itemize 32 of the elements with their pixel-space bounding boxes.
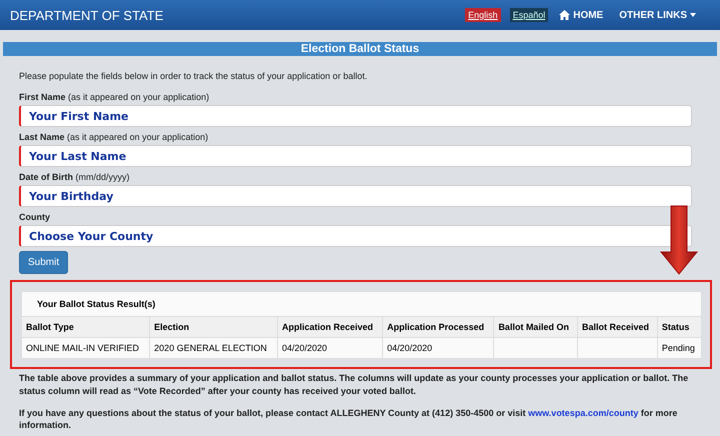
- county-select[interactable]: Choose Your County: [19, 225, 692, 247]
- results-title: Your Ballot Status Result(s): [21, 291, 702, 316]
- summary-paragraph: The table above provides a summary of your application and ballot status. The columns will update as your county processes your application or ballot. The status column will read as “Vote Recorded” after your county has received your voted ballot.: [19, 372, 690, 398]
- contact-paragraph: If you have any questions about the status of your ballot, please contact ALLEGHENY County at (412) 350-4500 or visit www.votespa.com/county for more information.: [19, 407, 678, 431]
- county-link[interactable]: www.votespa.com/county: [528, 408, 638, 418]
- column-header: Election: [150, 316, 278, 338]
- page-title-bar: Election Ballot Status: [3, 42, 717, 56]
- input-field[interactable]: Your First Name: [19, 105, 692, 127]
- column-header: Application Processed: [382, 316, 494, 338]
- table-cell: ONLINE MAIL-IN VERIFIED: [22, 338, 150, 358]
- submit-button[interactable]: Submit: [19, 251, 68, 274]
- column-header: Ballot Received: [577, 316, 658, 338]
- input-field[interactable]: Your Last Name: [19, 145, 692, 167]
- instructions-text: Please populate the fields below in order to track the status of your application or ballot.: [19, 71, 368, 81]
- column-header: Application Received: [278, 316, 383, 338]
- column-header: Status: [657, 316, 702, 338]
- field-label: Date of Birth (mm/dd/yyyy): [19, 172, 131, 183]
- site-title: DEPARTMENT OF STATE: [10, 8, 164, 22]
- language-link[interactable]: Español: [510, 8, 548, 22]
- field-label: First Name (as it appeared on your application): [19, 92, 210, 103]
- language-link[interactable]: English: [465, 8, 501, 22]
- table-cell: 04/20/2020: [382, 338, 494, 358]
- nav-link[interactable]: HOME: [559, 10, 604, 20]
- column-header: Ballot Mailed On: [494, 316, 578, 338]
- table-cell: Pending: [657, 338, 702, 358]
- column-header: Ballot Type: [22, 316, 150, 338]
- field-label: Last Name (as it appeared on your application): [19, 132, 210, 143]
- field-label: County: [19, 212, 51, 223]
- nav-link[interactable]: OTHER LINKS: [619, 10, 696, 20]
- table-cell: 04/20/2020: [278, 338, 383, 358]
- input-field[interactable]: Your Birthday: [19, 185, 692, 207]
- table-cell: 2020 GENERAL ELECTION: [150, 338, 278, 358]
